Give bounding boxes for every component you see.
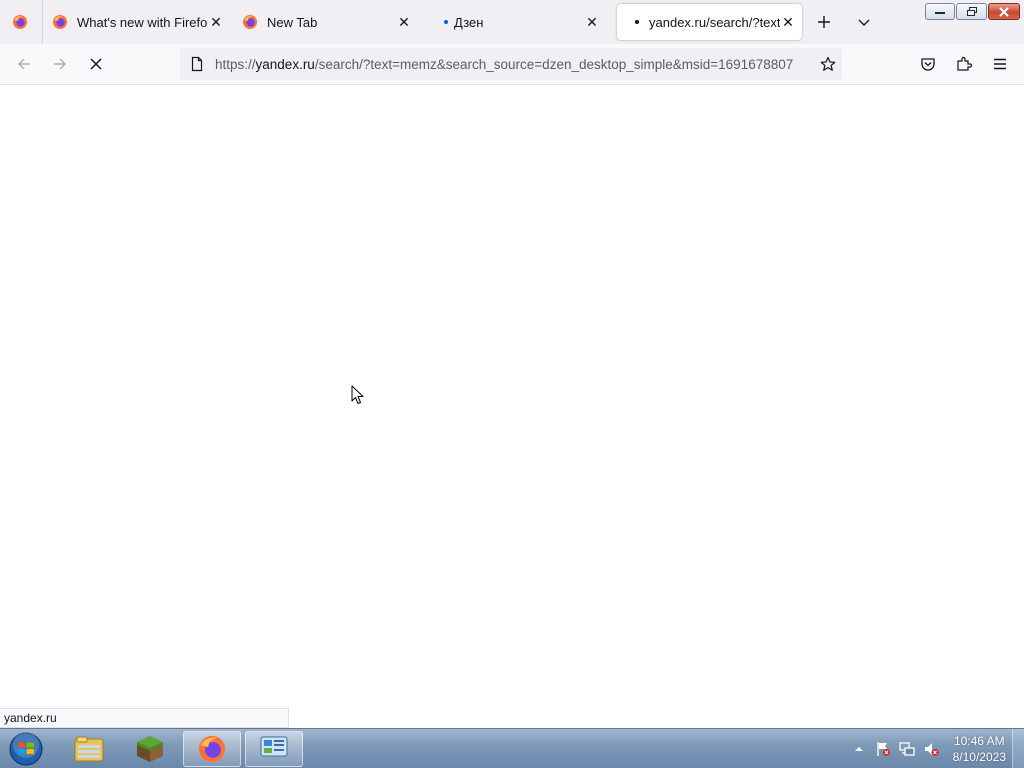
minimize-icon: [935, 11, 945, 14]
url-host: yandex.ru: [255, 56, 315, 72]
stop-loading-button[interactable]: [84, 52, 108, 76]
taskbar-firefox[interactable]: [183, 731, 241, 767]
tab-close-icon[interactable]: ✕: [780, 14, 796, 30]
tab-label: yandex.ru/search/?text=mem: [649, 14, 780, 30]
url-prefix: https://: [215, 56, 256, 72]
navigation-toolbar: https://yandex.ru/search/?text=memz&sear…: [0, 44, 1024, 85]
chevron-up-icon: [854, 747, 863, 751]
loading-dot-icon: [635, 20, 639, 24]
hamburger-menu-icon: [994, 58, 1006, 70]
arrow-right-icon: [54, 58, 67, 70]
volume-muted-icon[interactable]: [923, 741, 939, 757]
taskbar-control-panel[interactable]: [245, 731, 303, 767]
page-viewport[interactable]: [0, 85, 1024, 728]
chevron-down-icon: [858, 19, 870, 26]
system-clock[interactable]: 10:46 AM 8/10/2023: [953, 733, 1006, 765]
firefox-view-button[interactable]: [8, 10, 32, 34]
screen: What's new with Firefox - Mo ✕ New Tab ✕…: [0, 0, 1024, 768]
show-desktop-button[interactable]: [1012, 729, 1024, 768]
clock-time: 10:46 AM: [953, 734, 1005, 748]
status-text: yandex.ru: [4, 711, 57, 725]
window-restore-button[interactable]: [956, 3, 987, 20]
window-minimize-button[interactable]: [925, 3, 955, 20]
control-panel-icon: [260, 736, 288, 761]
bookmark-star-icon[interactable]: [820, 56, 836, 72]
flag-warning-icon: [876, 742, 890, 756]
tab-whats-new[interactable]: What's new with Firefox - Mo ✕: [52, 4, 230, 40]
windows-orb-icon: [9, 732, 43, 766]
system-tray: 10:46 AM 8/10/2023: [843, 729, 1006, 768]
network-icon: [898, 742, 915, 756]
tab-close-icon[interactable]: ✕: [584, 14, 600, 30]
extensions-button[interactable]: [952, 52, 976, 76]
close-icon: [999, 6, 1009, 17]
plus-icon: [818, 16, 830, 28]
tab-close-icon[interactable]: ✕: [396, 14, 412, 30]
status-panel: yandex.ru: [0, 708, 289, 728]
show-hidden-icons-button[interactable]: [851, 741, 867, 757]
grass-block-icon: [137, 736, 163, 762]
new-tab-button[interactable]: [812, 10, 836, 34]
loading-dot-icon: [444, 20, 448, 24]
page-icon[interactable]: [189, 56, 205, 72]
firefox-icon: [13, 15, 27, 29]
tab-yandex-search[interactable]: yandex.ru/search/?text=mem ✕: [617, 4, 802, 40]
url-path: /search/?text=memz&search_source=dzen_de…: [314, 56, 794, 72]
clock-date: 8/10/2023: [952, 750, 1006, 764]
speaker-muted-icon: [924, 743, 939, 756]
list-all-tabs-button[interactable]: [852, 10, 876, 34]
firefox-icon: [243, 15, 257, 29]
window-close-button[interactable]: [988, 3, 1020, 20]
back-button[interactable]: [12, 52, 36, 76]
pocket-icon: [921, 58, 935, 71]
network-icon[interactable]: [898, 741, 915, 757]
tab-label: What's new with Firefox - Mo: [77, 14, 208, 30]
address-bar[interactable]: https://yandex.ru/search/?text=memz&sear…: [180, 48, 842, 80]
tab-close-icon[interactable]: ✕: [208, 14, 224, 30]
firefox-icon: [198, 735, 226, 763]
folder-icon: [74, 736, 104, 762]
puzzle-piece-icon: [957, 56, 972, 71]
tab-dzen[interactable]: Дзен ✕: [440, 4, 606, 40]
arrow-left-icon: [17, 58, 30, 70]
taskbar: 10:46 AM 8/10/2023: [0, 728, 1024, 768]
tab-divider: [42, 0, 43, 44]
stop-icon: [90, 58, 102, 70]
action-center-icon[interactable]: [875, 741, 891, 757]
pocket-button[interactable]: [916, 52, 940, 76]
forward-button[interactable]: [48, 52, 72, 76]
app-menu-button[interactable]: [988, 52, 1012, 76]
start-button[interactable]: [3, 730, 49, 768]
taskbar-minecraft[interactable]: [121, 731, 179, 767]
firefox-icon: [53, 15, 67, 29]
restore-icon: [966, 6, 977, 16]
mouse-cursor-icon: [351, 385, 364, 404]
tab-strip: What's new with Firefox - Mo ✕ New Tab ✕…: [0, 0, 1024, 44]
tab-new-tab[interactable]: New Tab ✕: [242, 4, 418, 40]
tab-label: New Tab: [267, 14, 318, 30]
tab-label: Дзен: [454, 14, 484, 30]
url-text[interactable]: https://yandex.ru/search/?text=memz&sear…: [215, 57, 807, 72]
taskbar-file-explorer[interactable]: [60, 731, 118, 767]
